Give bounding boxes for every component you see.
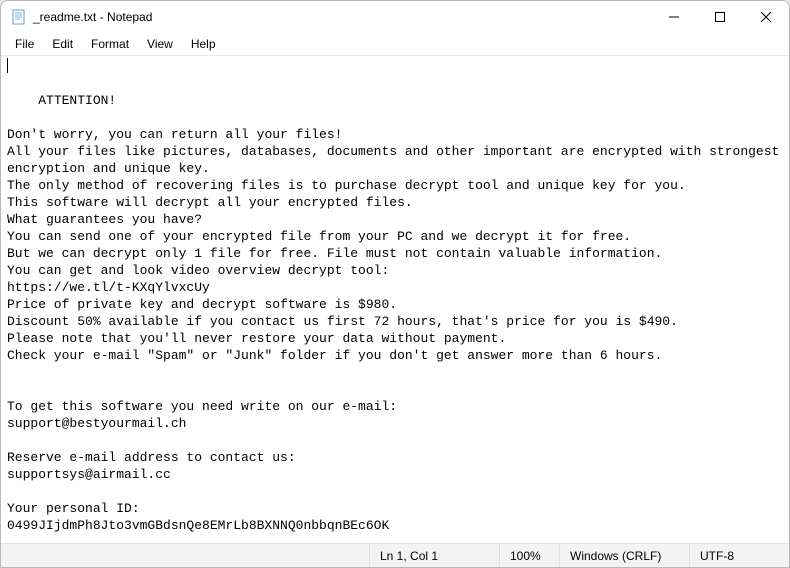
statusbar: Ln 1, Col 1 100% Windows (CRLF) UTF-8 [1, 543, 789, 567]
window-controls [651, 1, 789, 33]
text-area[interactable]: ATTENTION! Don't worry, you can return a… [1, 55, 789, 543]
document-text: ATTENTION! Don't worry, you can return a… [7, 93, 787, 533]
window-title: _readme.txt - Notepad [33, 10, 152, 24]
text-caret [7, 58, 8, 73]
menu-edit[interactable]: Edit [44, 35, 81, 53]
menu-format[interactable]: Format [83, 35, 137, 53]
notepad-window: _readme.txt - Notepad File Edit Format V… [0, 0, 790, 568]
titlebar-left: _readme.txt - Notepad [1, 9, 152, 25]
status-zoom: 100% [499, 544, 559, 567]
minimize-button[interactable] [651, 1, 697, 33]
notepad-icon [11, 9, 27, 25]
menubar: File Edit Format View Help [1, 33, 789, 55]
menu-file[interactable]: File [7, 35, 42, 53]
titlebar: _readme.txt - Notepad [1, 1, 789, 33]
menu-view[interactable]: View [139, 35, 181, 53]
status-lineending: Windows (CRLF) [559, 544, 689, 567]
maximize-button[interactable] [697, 1, 743, 33]
status-spacer [1, 544, 369, 567]
menu-help[interactable]: Help [183, 35, 224, 53]
status-encoding: UTF-8 [689, 544, 789, 567]
close-button[interactable] [743, 1, 789, 33]
status-position: Ln 1, Col 1 [369, 544, 499, 567]
